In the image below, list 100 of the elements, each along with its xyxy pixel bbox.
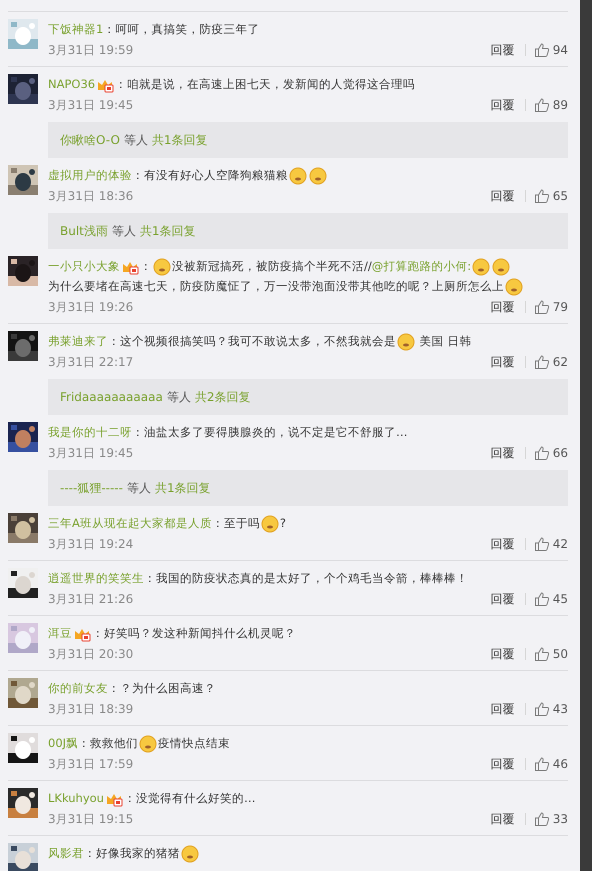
- comment-date: 3月31日 20:30: [48, 646, 134, 663]
- like-icon: [534, 188, 550, 204]
- comment-date: 3月31日 19:15: [48, 811, 134, 828]
- username-link[interactable]: 弗莱迪来了: [48, 334, 108, 348]
- username-link[interactable]: 下饭神器1: [48, 22, 104, 36]
- username-link[interactable]: 风影君: [48, 846, 84, 860]
- like-count: 50: [552, 646, 568, 663]
- emoji-icon: [505, 278, 523, 296]
- reply-link[interactable]: 回覆: [490, 186, 515, 206]
- reply-user-link[interactable]: Fridaaaaaaaaaaa: [60, 390, 163, 404]
- scrollbar[interactable]: [580, 0, 592, 871]
- emoji-icon: [492, 258, 510, 276]
- emoji-icon: [397, 332, 415, 351]
- comment-date: 3月31日 19:45: [48, 97, 134, 114]
- comment-date: 3月31日 18:39: [48, 701, 134, 718]
- reply-link[interactable]: 回覆: [490, 352, 515, 372]
- username-link[interactable]: 三年A班从现在起大家都是人质: [48, 516, 212, 530]
- mention-link[interactable]: @打算跑路的小何:: [372, 259, 472, 273]
- comment-text: 为什么要堵: [48, 279, 108, 293]
- comment-text: ：有没有好心人空降狗粮猫粮: [132, 168, 288, 182]
- reply-link[interactable]: 回覆: [490, 809, 515, 829]
- like-count: 45: [552, 591, 568, 608]
- comment-text: ?: [280, 516, 286, 530]
- like-icon: [534, 354, 550, 370]
- emoji-icon: [260, 514, 279, 533]
- reply-user-link[interactable]: Bult浅雨: [60, 222, 108, 240]
- reply-link[interactable]: 回覆: [490, 589, 515, 609]
- comment-date: 3月31日 19:26: [48, 299, 134, 316]
- like-count: 79: [552, 299, 568, 316]
- username-link[interactable]: 虚拟用户的体验: [48, 168, 132, 182]
- replies-count-link[interactable]: 共2条回复: [194, 388, 250, 406]
- like-icon: [534, 756, 550, 772]
- username-link[interactable]: 我是你的十二呀: [48, 425, 132, 439]
- reply-link[interactable]: 回覆: [490, 297, 515, 317]
- like-icon: [534, 811, 550, 827]
- comment-text: ：我国的防疫状态真的是太好了，个个鸡毛当令箭，棒棒棒！: [144, 571, 468, 585]
- comment-text: ：没觉得有什么好笑的…: [124, 791, 256, 805]
- reply-link[interactable]: 回覆: [490, 699, 515, 719]
- like-icon: [534, 299, 550, 315]
- reply-link[interactable]: 回覆: [490, 95, 515, 115]
- comment-text: ：: [140, 259, 152, 273]
- comment-text: ：油盐太多了要得胰腺炎的，说不定是它不舒服了…: [132, 425, 408, 439]
- comment-text: ：？为什么困高速？: [108, 681, 216, 695]
- like-count: 62: [552, 354, 568, 371]
- comment-text: 疫情快点结束: [158, 736, 230, 750]
- replies-count-link[interactable]: 共1条回复: [154, 480, 211, 496]
- comment-text: 美国 日韩: [418, 334, 472, 348]
- comment-date: 3月31日 21:26: [48, 591, 134, 608]
- reply-link[interactable]: 回覆: [490, 534, 515, 554]
- like-count: 89: [552, 97, 568, 114]
- username-link[interactable]: 00J飘: [48, 736, 78, 750]
- reply-user-link[interactable]: 你瞅啥O-O: [60, 132, 120, 148]
- like-icon: [534, 701, 550, 717]
- reply-link[interactable]: 回覆: [490, 443, 515, 463]
- like-count: 43: [552, 701, 568, 718]
- comment-text: ：呵呵，真搞笑，防疫三年了: [103, 22, 260, 36]
- comment-text: 没被新冠搞死，被防疫搞个半死不活//: [172, 259, 372, 273]
- like-count: 94: [552, 42, 568, 59]
- like-count: 65: [552, 188, 568, 205]
- like-icon: [534, 42, 550, 58]
- comment-date: 3月31日 22:17: [48, 354, 134, 371]
- comment-text: ：至于吗: [212, 516, 260, 530]
- reply-link[interactable]: 回覆: [490, 644, 515, 664]
- like-icon: [534, 536, 550, 552]
- comment-date: 3月31日 19:59: [48, 42, 134, 59]
- emoji-icon: [472, 258, 490, 276]
- like-count: 46: [552, 756, 568, 773]
- replies-text: 等人: [166, 388, 191, 406]
- username-link[interactable]: 一小只小大象: [48, 259, 120, 273]
- username-link[interactable]: 你的前女友: [48, 681, 108, 695]
- replies-text: 等人: [124, 132, 148, 148]
- username-link[interactable]: 洱豆: [48, 626, 72, 640]
- replies-count-link[interactable]: 共1条回复: [152, 132, 208, 148]
- reply-link[interactable]: 回覆: [490, 754, 515, 774]
- like-count: 66: [552, 445, 568, 462]
- reply-user-link[interactable]: ----狐狸-----: [60, 480, 123, 496]
- emoji-icon: [153, 258, 171, 276]
- comment-text: ：好像我家的猪猪: [84, 846, 180, 860]
- replies-count-link[interactable]: 共1条回复: [140, 222, 196, 240]
- comment-date: 3月31日 19:45: [48, 445, 134, 462]
- like-icon: [534, 646, 550, 662]
- replies-text: 等人: [126, 480, 151, 496]
- comment-date: 3月31日 18:36: [48, 188, 134, 205]
- username-link[interactable]: LKkuhyou: [48, 791, 104, 805]
- emoji-icon: [181, 844, 199, 863]
- reply-link[interactable]: 回覆: [490, 40, 515, 60]
- comment-text: ：好笑吗？发这种新闻抖什么机灵呢？: [92, 626, 296, 640]
- replies-text: 等人: [112, 222, 136, 240]
- like-count: 33: [552, 811, 568, 828]
- username-link[interactable]: NAPO36: [48, 77, 96, 91]
- username-link[interactable]: 逍遥世界的笑笑生: [48, 571, 144, 585]
- like-icon: [534, 445, 550, 461]
- comment-date: 3月31日 19:24: [48, 536, 134, 553]
- emoji-icon: [309, 166, 327, 185]
- comment-text: ：救救他们: [78, 736, 138, 750]
- emoji-icon: [289, 166, 307, 185]
- comment-date: 3月31日 17:59: [48, 756, 134, 773]
- like-count: 42: [552, 536, 568, 553]
- emoji-icon: [139, 734, 158, 753]
- like-icon: [534, 97, 550, 113]
